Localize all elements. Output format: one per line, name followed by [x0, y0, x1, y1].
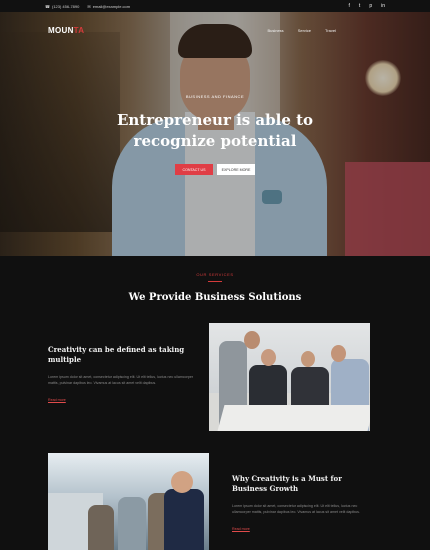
phone-number: (123) 456-7890 [51, 3, 80, 9]
nav-item-business[interactable]: Business [267, 28, 283, 33]
service-block-2-title: Why Creativity is a Must for Business Gr… [232, 474, 342, 493]
hero-headline-line-2: recognize potential [133, 132, 297, 150]
service-block-1-title: Creativity can be defined as taking mult… [48, 345, 185, 364]
section-kicker: OUR SERVICES [196, 272, 234, 277]
factory-photo [48, 453, 209, 550]
pinterest-icon[interactable]: p [369, 3, 372, 9]
meeting-person-2-head [261, 349, 276, 366]
social-links: f t p in [349, 3, 385, 9]
section-title: We Provide Business Solutions [128, 292, 302, 303]
contact-us-button[interactable]: CONTACT US [175, 164, 213, 175]
phone-icon: ☎ [45, 3, 50, 9]
meeting-photo [209, 323, 370, 431]
contact-info: ☎ (123) 456-7890 ✉ email@example.com [45, 4, 130, 9]
logo-accent-text: TA [73, 25, 85, 35]
services-header: OUR SERVICES We Provide Business Solutio… [0, 272, 430, 303]
nav-menu: Business Service Travel [267, 28, 382, 33]
mail-icon: ✉ [87, 3, 91, 9]
meeting-table [217, 405, 370, 431]
main-navigation: MOUNTA Business Service Travel [0, 12, 430, 48]
hero-eyebrow: BUSINESS AND FINANCE [185, 94, 245, 99]
hero-buttons: CONTACT US EXPLORE MORE [0, 164, 430, 175]
nav-item-service[interactable]: Service [298, 28, 311, 33]
top-bar: ☎ (123) 456-7890 ✉ email@example.com f t… [0, 0, 430, 12]
linkedin-icon[interactable]: in [381, 3, 385, 9]
nav-item-travel[interactable]: Travel [325, 28, 336, 33]
site-logo[interactable]: MOUNTA [48, 26, 84, 35]
service-block-1: Creativity can be defined as taking mult… [48, 345, 193, 402]
service-block-2: Why Creativity is a Must for Business Gr… [232, 474, 372, 531]
email-address: email@example.com [92, 3, 131, 9]
service-block-2-read-more[interactable]: Read more [232, 527, 372, 531]
phone-contact[interactable]: ☎ (123) 456-7890 [45, 4, 79, 9]
email-contact[interactable]: ✉ email@example.com [87, 4, 130, 9]
section-divider [208, 281, 222, 282]
meeting-person-4-head [331, 345, 346, 362]
factory-person-2 [118, 497, 146, 550]
hero-headline: Entrepreneur is able to recognize potent… [0, 110, 430, 152]
explore-more-button[interactable]: EXPLORE MORE [217, 164, 255, 175]
logo-main-text: MOUN [48, 25, 74, 35]
facebook-icon[interactable]: f [349, 3, 350, 9]
factory-person-1 [88, 505, 114, 550]
meeting-person-3-head [301, 351, 315, 367]
factory-person-4-head [171, 471, 193, 493]
service-block-1-text: Lorem ipsum dolor sit amet, consectetur … [48, 375, 194, 385]
hero-headline-line-1: Entrepreneur is able to [116, 111, 314, 129]
meeting-person-1-head [244, 331, 260, 349]
factory-person-4 [164, 489, 204, 550]
twitter-icon[interactable]: t [359, 3, 360, 9]
service-block-1-read-more[interactable]: Read more [48, 398, 193, 402]
hero-content: BUSINESS AND FINANCE Entrepreneur is abl… [0, 94, 430, 175]
service-block-2-text: Lorem ipsum dolor sit amet, consectetur … [232, 504, 360, 514]
